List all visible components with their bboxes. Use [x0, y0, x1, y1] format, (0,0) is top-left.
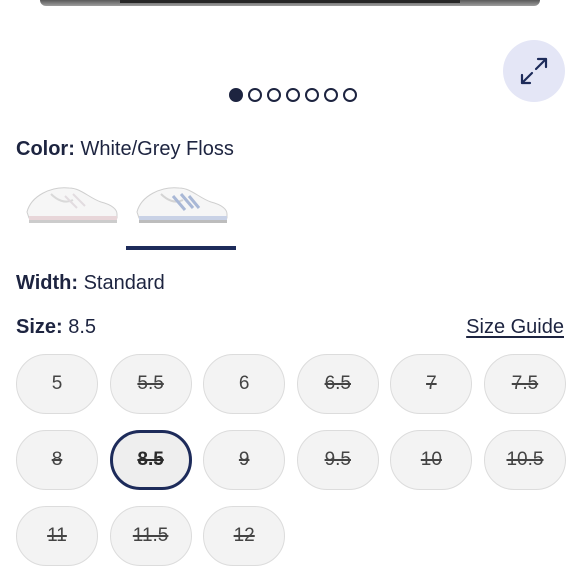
gallery-dot[interactable] — [286, 88, 300, 102]
size-option-button[interactable]: 12 — [203, 506, 286, 566]
color-label-row: Color: White/Grey Floss — [16, 138, 234, 161]
size-option-button[interactable]: 10 — [390, 430, 473, 490]
size-option-button[interactable]: 9.5 — [296, 430, 379, 490]
size-option-button[interactable]: 7 — [390, 354, 473, 414]
size-option-button[interactable]: 9 — [203, 430, 286, 490]
gallery-dot[interactable] — [324, 88, 338, 102]
expand-arrows-icon — [520, 57, 548, 85]
size-option-button[interactable]: 11.5 — [109, 506, 192, 566]
size-option-button[interactable]: 6.5 — [296, 354, 379, 414]
gallery-dot[interactable] — [267, 88, 281, 102]
selected-swatch-indicator — [126, 246, 236, 250]
color-swatch-white-pink[interactable] — [16, 168, 126, 238]
size-label-row: Size: 8.5 — [16, 316, 96, 339]
shoe-thumbnail-icon — [136, 187, 228, 223]
size-option-button[interactable]: 11 — [16, 506, 98, 566]
size-option-button[interactable]: 5.5 — [109, 354, 192, 414]
width-value: Standard — [83, 272, 165, 294]
shoe-thumbnail-icon — [26, 187, 118, 223]
size-value: 8.5 — [68, 316, 97, 338]
size-options-grid: 5 5.5 6 6.5 7 7.5 8 8.5 9 9.5 10 10.5 11 11.5 12 — [16, 354, 566, 566]
size-option-button[interactable]: 7.5 — [483, 354, 566, 414]
size-label: Size: — [16, 316, 63, 338]
product-image-sole — [120, 0, 460, 3]
color-swatch-white-grey-floss[interactable] — [126, 168, 236, 238]
size-option-button[interactable]: 8 — [16, 430, 98, 490]
width-label: Width: — [16, 272, 79, 294]
size-option-button[interactable]: 8.5 — [109, 430, 192, 490]
size-option-button[interactable]: 5 — [16, 354, 98, 414]
gallery-pagination — [229, 88, 357, 102]
color-label: Color: — [16, 138, 75, 160]
gallery-dot[interactable] — [343, 88, 357, 102]
size-option-button[interactable]: 6 — [203, 354, 286, 414]
gallery-dot[interactable] — [229, 88, 243, 102]
gallery-dot[interactable] — [305, 88, 319, 102]
size-guide-link[interactable]: Size Guide — [466, 316, 564, 339]
color-value: White/Grey Floss — [80, 138, 234, 160]
width-label-row: Width: Standard — [16, 272, 165, 295]
gallery-dot[interactable] — [248, 88, 262, 102]
expand-image-button[interactable] — [503, 40, 565, 102]
size-option-button[interactable]: 10.5 — [483, 430, 566, 490]
